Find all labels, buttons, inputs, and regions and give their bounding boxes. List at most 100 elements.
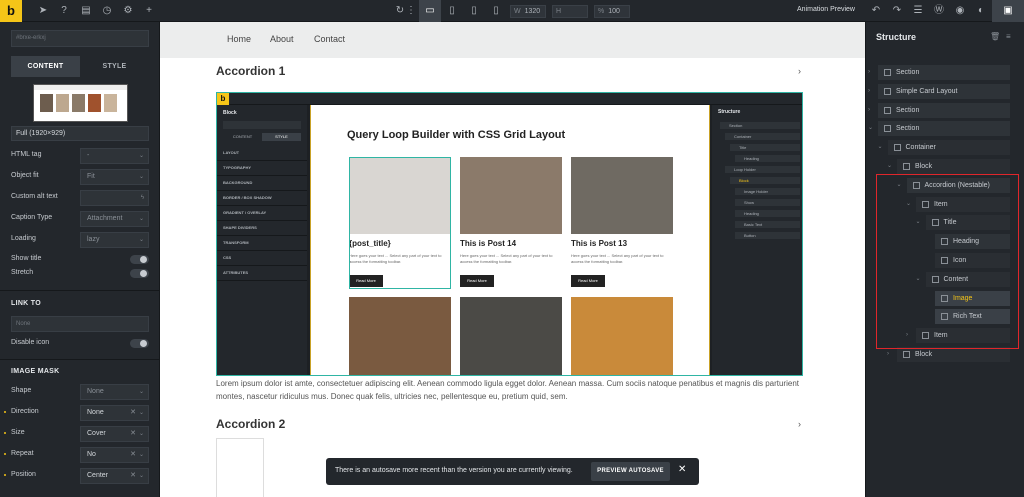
laptop-device-icon[interactable]: ▯ xyxy=(441,0,463,22)
clear-icon[interactable]: ✕ xyxy=(130,469,136,483)
structure-item[interactable]: › Section xyxy=(868,65,1010,80)
save-icon[interactable]: ▣ xyxy=(992,0,1024,22)
view-icon[interactable]: ◉ xyxy=(953,4,967,18)
bricks-logo[interactable]: b xyxy=(0,0,22,22)
tab-content[interactable]: CONTENT xyxy=(11,56,80,77)
mask-setting-row: Size Cover ✕ ⌄ xyxy=(0,426,149,442)
nav-contact[interactable]: Contact xyxy=(314,34,345,44)
animation-preview-label[interactable]: Animation Preview xyxy=(797,6,855,13)
wordpress-icon[interactable]: Ⓦ xyxy=(932,4,946,18)
setting-select[interactable]: Fit ⌄ xyxy=(80,169,149,185)
embedded-tree-item: Container xyxy=(725,133,800,140)
top-toolbar: b ➤ ? ▤ ◷ ⚙ + ↻ ⋮ ▭ ▯ ▯ ▯ W 1320 H % 100 A… xyxy=(0,0,1024,22)
mask-select[interactable]: None ✕ ⌄ xyxy=(80,405,149,421)
chevron-right-icon[interactable]: › xyxy=(887,347,889,362)
structure-item[interactable]: › Block xyxy=(887,347,1010,362)
toggle-switch[interactable] xyxy=(130,269,149,278)
nav-home[interactable]: Home xyxy=(227,34,251,44)
history-icon[interactable]: ◷ xyxy=(100,4,114,18)
clear-icon[interactable]: ✕ xyxy=(130,427,136,441)
mask-select[interactable]: None ⌄ xyxy=(80,384,149,400)
canvas: Home About Contact Accordion 1 › b Block… xyxy=(160,22,865,497)
canvas-width-input[interactable]: W 1320 xyxy=(510,5,546,18)
chevron-down-icon[interactable]: ⌄ xyxy=(878,140,883,155)
mask-setting-row: Direction None ✕ ⌄ xyxy=(0,405,149,421)
mask-select[interactable]: Center ✕ ⌄ xyxy=(80,468,149,484)
chevron-right-icon[interactable]: › xyxy=(798,66,801,76)
nav-about[interactable]: About xyxy=(270,34,294,44)
structure-item[interactable]: › Simple Card Layout xyxy=(868,83,1010,99)
link-to-select[interactable]: None xyxy=(11,316,149,332)
setting-select[interactable]: lazy ⌄ xyxy=(80,232,149,248)
disable-icon-toggle[interactable] xyxy=(130,339,149,348)
chevron-down-icon: ⌄ xyxy=(138,452,144,458)
embedded-logo: b xyxy=(217,93,229,105)
mask-setting-row: Repeat No ✕ ⌄ xyxy=(0,447,149,463)
modified-indicator xyxy=(4,453,6,455)
element-icon xyxy=(903,163,910,170)
query-loop-title: Query Loop Builder with CSS Grid Layout xyxy=(347,129,566,141)
structure-item[interactable]: ⌄ Container xyxy=(878,140,1010,156)
panel-tabs: CONTENT STYLE xyxy=(11,56,149,77)
read-more-button[interactable]: Read More xyxy=(460,275,494,287)
structure-item[interactable]: › Section xyxy=(868,102,1010,118)
pointer-icon[interactable]: ➤ xyxy=(36,4,50,18)
setting-select[interactable]: ϟ xyxy=(80,190,149,206)
trash-icon[interactable]: 🗑 xyxy=(990,32,1000,41)
disable-icon-row: Disable icon xyxy=(11,336,149,352)
mask-setting-row: Position Center ✕ ⌄ xyxy=(0,468,149,484)
setting-select[interactable]: Attachment ⌄ xyxy=(80,211,149,227)
more-icon[interactable]: ⋮ xyxy=(404,4,418,18)
mask-select[interactable]: No ✕ ⌄ xyxy=(80,447,149,463)
settings-icon[interactable]: ⚙ xyxy=(121,4,135,18)
element-icon xyxy=(893,144,901,152)
help-icon[interactable]: ? xyxy=(57,4,71,18)
zoom-input[interactable]: % 100 xyxy=(594,5,630,18)
embedded-tree-item: Show xyxy=(735,199,800,206)
collapse-icon[interactable]: ≡ xyxy=(1006,32,1011,41)
post-card: This is Post 14 Here goes your text ... S… xyxy=(460,157,562,289)
accordion-1-title[interactable]: Accordion 1 xyxy=(216,64,285,78)
revisions-icon[interactable]: ☰ xyxy=(911,4,925,18)
canvas-height-input[interactable]: H xyxy=(552,5,588,18)
setting-row: Custom alt text ϟ xyxy=(11,190,149,206)
tablet-device-icon[interactable]: ▯ xyxy=(463,0,485,22)
preview-autosave-button[interactable]: PREVIEW AUTOSAVE xyxy=(591,462,670,481)
accordion-2-title[interactable]: Accordion 2 xyxy=(216,417,285,431)
chevron-down-icon[interactable]: ⌄ xyxy=(868,121,873,136)
image-preview[interactable] xyxy=(33,84,128,122)
clear-icon[interactable]: ✕ xyxy=(130,448,136,462)
clear-icon[interactable]: ✕ xyxy=(130,406,136,420)
preview-icon[interactable]: ◐ xyxy=(974,4,988,18)
chevron-right-icon[interactable]: › xyxy=(868,65,870,80)
structure-panel: Structure 🗑 ≡ › Section › Simple Card Layou… xyxy=(865,22,1024,497)
redo-icon[interactable]: ↷ xyxy=(890,4,904,18)
chevron-right-icon[interactable]: › xyxy=(798,419,801,429)
structure-item[interactable]: ⌄ Block xyxy=(887,159,1010,174)
read-more-button[interactable]: Read More xyxy=(571,275,605,287)
tab-style[interactable]: STYLE xyxy=(80,56,149,77)
element-icon xyxy=(884,87,891,95)
desktop-device-icon[interactable]: ▭ xyxy=(419,0,441,22)
pages-icon[interactable]: ▤ xyxy=(79,4,93,18)
close-icon[interactable]: ✕ xyxy=(678,464,686,475)
toggle-switch[interactable] xyxy=(130,255,149,264)
setting-select[interactable]: - ⌄ xyxy=(80,148,149,164)
image-size-select[interactable]: Full (1920×929) xyxy=(11,126,149,141)
mask-select[interactable]: Cover ✕ ⌄ xyxy=(80,426,149,442)
add-icon[interactable]: + xyxy=(142,4,156,18)
structure-item[interactable]: ⌄ Section xyxy=(868,121,1010,137)
undo-icon[interactable]: ↶ xyxy=(869,4,883,18)
chevron-right-icon[interactable]: › xyxy=(868,84,870,99)
chevron-right-icon[interactable]: › xyxy=(868,103,870,118)
embedded-tree-item: Image Holder xyxy=(735,188,800,195)
mask-setting-row: Shape None ⌄ xyxy=(0,384,149,400)
setting-row: Loading lazy ⌄ xyxy=(11,232,149,248)
site-nav: Home About Contact xyxy=(160,22,865,58)
modified-indicator xyxy=(4,474,6,476)
element-id-input[interactable]: #brxe-erkxj xyxy=(11,30,149,47)
embedded-tree-item: Button xyxy=(735,232,800,239)
chevron-down-icon[interactable]: ⌄ xyxy=(887,159,892,174)
chevron-down-icon: ⌄ xyxy=(138,237,144,243)
mobile-device-icon[interactable]: ▯ xyxy=(485,0,507,22)
